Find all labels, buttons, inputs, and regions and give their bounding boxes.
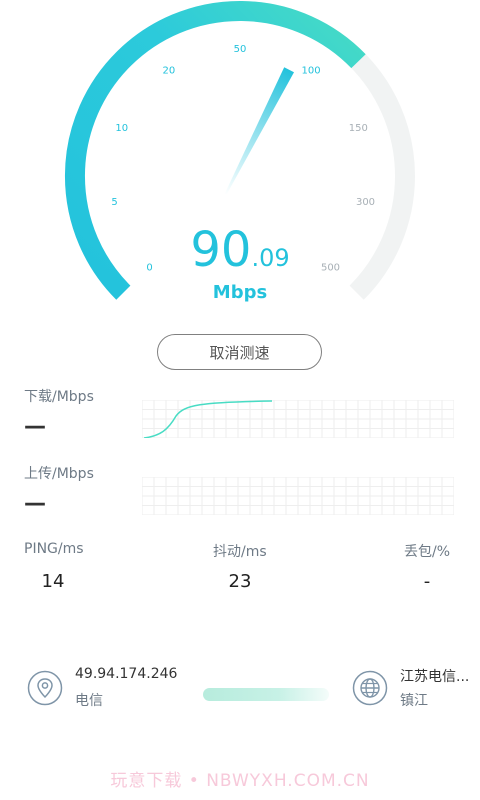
gauge-needle xyxy=(224,67,294,195)
gauge-tick-label: 100 xyxy=(302,66,321,77)
download-label: 下载/Mbps xyxy=(24,389,94,405)
server-name: 江苏电信... xyxy=(400,669,470,685)
gauge-tick-label: 300 xyxy=(356,197,375,208)
speed-unit: Mbps xyxy=(212,282,268,303)
watermark: 玩意下载 • NBWYXH.COM.CN xyxy=(110,771,370,791)
upload-graph xyxy=(142,477,454,515)
jitter-value: 23 xyxy=(228,571,252,592)
globe-icon xyxy=(352,670,388,706)
connection-bar xyxy=(203,688,329,701)
speed-decimal: .09 xyxy=(251,244,290,272)
location-pin-icon xyxy=(27,670,63,706)
upload-value: — xyxy=(24,491,46,516)
client-isp: 电信 xyxy=(75,693,103,709)
gauge-tick-label: 150 xyxy=(349,123,368,134)
download-value: — xyxy=(24,414,46,439)
speed-integer: 90 xyxy=(190,222,252,278)
gauge-tick-label: 5 xyxy=(111,197,117,208)
cancel-test-button[interactable]: 取消测速 xyxy=(157,334,322,370)
upload-label: 上传/Mbps xyxy=(24,466,94,482)
client-ip: 49.94.174.246 xyxy=(75,666,178,682)
gauge-tick-label: 50 xyxy=(234,44,247,55)
download-graph xyxy=(142,400,454,438)
gauge-tick-label: 20 xyxy=(163,66,176,77)
ping-label: PING/ms xyxy=(24,541,84,557)
loss-value: - xyxy=(423,571,431,592)
jitter-label: 抖动/ms xyxy=(213,544,267,560)
speed-readout: 90.09 xyxy=(0,222,480,286)
loss-label: 丢包/% xyxy=(404,544,451,560)
gauge-tick-label: 10 xyxy=(115,123,128,134)
ping-value: 14 xyxy=(41,571,65,592)
server-city: 镇江 xyxy=(400,693,428,709)
